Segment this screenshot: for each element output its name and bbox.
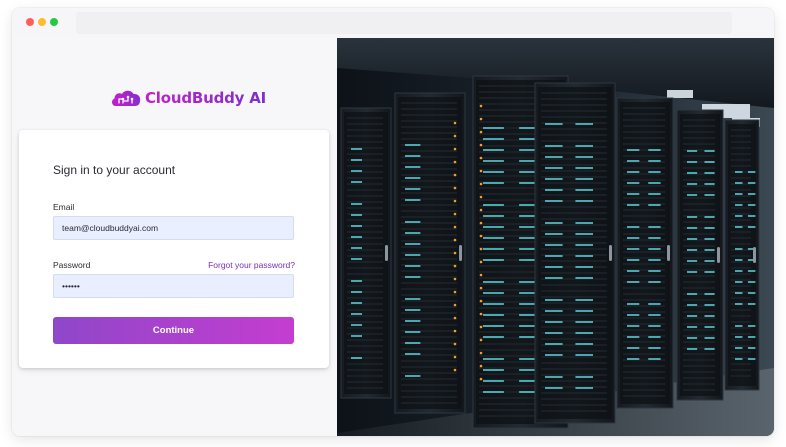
server-rack (340, 107, 392, 399)
login-panel: CloudBuddy AI Sign in to your account Em… (12, 38, 337, 436)
forgot-password-link[interactable]: Forgot your password? (208, 260, 295, 270)
maximize-window-button[interactable] (50, 18, 58, 26)
minimize-window-button[interactable] (38, 18, 46, 26)
sign-in-title: Sign in to your account (53, 163, 176, 177)
password-label: Password (53, 260, 91, 270)
close-window-button[interactable] (26, 18, 34, 26)
continue-button[interactable]: Continue (53, 317, 294, 344)
email-field[interactable] (53, 216, 294, 240)
server-rack (676, 109, 724, 401)
email-label: Email (53, 202, 75, 212)
server-rack (724, 119, 760, 391)
brand: CloudBuddy AI (110, 87, 266, 109)
server-rack (534, 82, 616, 424)
brand-name: CloudBuddy AI (145, 89, 267, 107)
ceiling-light (667, 90, 693, 98)
server-rack (394, 92, 466, 414)
password-field[interactable] (53, 274, 294, 298)
address-bar[interactable] (76, 12, 732, 34)
browser-window: CloudBuddy AI Sign in to your account Em… (12, 8, 774, 436)
title-bar (12, 8, 774, 38)
cloud-circuit-icon (111, 90, 141, 106)
server-rack (616, 97, 674, 409)
server-room-photo (337, 38, 774, 436)
sign-in-card: Sign in to your account Email Password F… (19, 130, 329, 368)
